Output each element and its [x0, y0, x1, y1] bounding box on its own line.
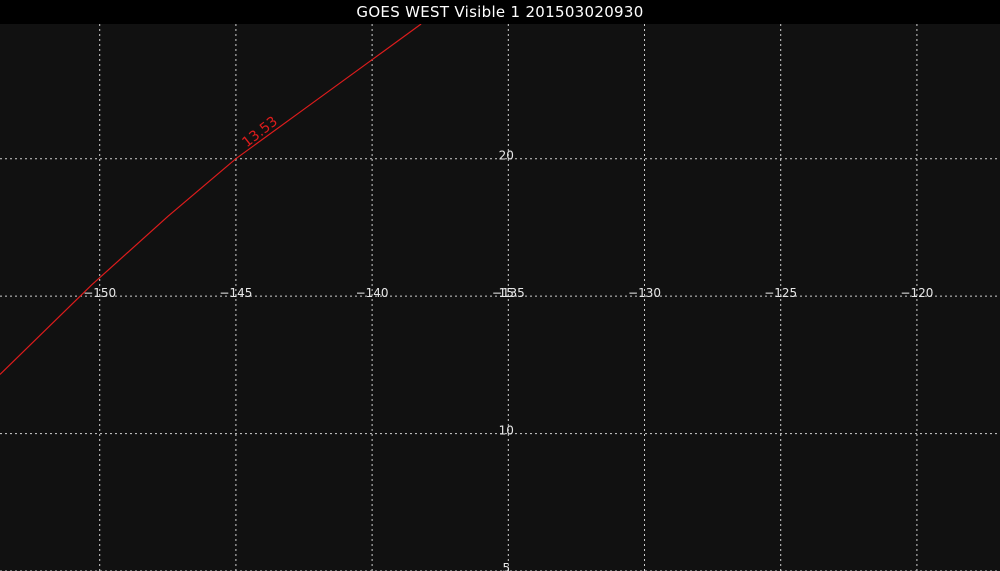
latitude-label: 5 [502, 561, 510, 571]
satellite-map[interactable]: −150 −145 −140 −135 −130 −125 −120 2015105 13.… [0, 24, 1000, 571]
longitude-label: −145 [219, 286, 252, 300]
image-title: GOES WEST Visible 1 201503020930 [356, 3, 644, 21]
longitude-label: −140 [356, 286, 389, 300]
latitude-label: 15 [499, 286, 514, 300]
longitude-label: −125 [764, 286, 797, 300]
satellite-image-viewer: GOES WEST Visible 1 201503020930 −150 −14… [0, 0, 1000, 571]
latitude-label: 20 [499, 149, 514, 163]
longitude-label: −120 [900, 286, 933, 300]
title-bar: GOES WEST Visible 1 201503020930 [0, 0, 1000, 24]
latitude-label: 10 [499, 424, 514, 438]
longitude-label: −130 [628, 286, 661, 300]
